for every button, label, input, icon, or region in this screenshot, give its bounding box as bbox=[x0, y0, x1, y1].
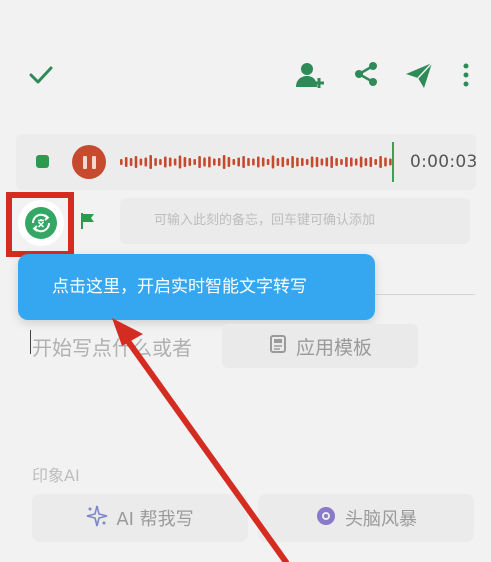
waveform-bar bbox=[134, 156, 138, 168]
waveform-bar bbox=[188, 158, 192, 166]
waveform-bar bbox=[198, 156, 201, 168]
waveform-bar bbox=[120, 159, 123, 165]
recording-bar: 0:00:03 bbox=[16, 134, 478, 190]
brainstorm-label: 头脑风暴 bbox=[345, 509, 417, 530]
apply-template-button[interactable]: 应用模板 bbox=[222, 324, 418, 368]
waveform-bar bbox=[149, 155, 152, 169]
ai-write-label: AI 帮我写 bbox=[116, 509, 194, 530]
waveform-bar bbox=[144, 157, 148, 167]
waveform-bar bbox=[330, 156, 333, 168]
waveform-bar bbox=[301, 158, 304, 166]
playhead[interactable] bbox=[392, 142, 394, 182]
waveform-bar bbox=[154, 158, 157, 166]
waveform-bar bbox=[310, 156, 314, 168]
waveform-bar bbox=[379, 156, 382, 168]
waveform-bar bbox=[340, 159, 343, 165]
editor-placeholder[interactable]: 开始写点什么或者 bbox=[32, 332, 192, 361]
waveform-bar bbox=[271, 155, 275, 169]
waveform-bar bbox=[291, 156, 294, 168]
waveform-bar bbox=[124, 157, 128, 167]
check-icon[interactable] bbox=[26, 60, 56, 90]
more-vertical-icon[interactable] bbox=[456, 58, 476, 92]
waveform-bar bbox=[320, 158, 324, 166]
waveform-bar bbox=[252, 158, 255, 166]
transcribe-tooltip[interactable]: 点击这里，开启实时智能文字转写 bbox=[18, 254, 375, 320]
waveform-bar bbox=[345, 157, 348, 167]
waveform-bar bbox=[227, 157, 231, 167]
waveform-bar bbox=[359, 156, 363, 168]
waveform-bar bbox=[315, 157, 319, 167]
waveform-bar bbox=[364, 158, 368, 166]
waveform-bar bbox=[222, 155, 226, 169]
audio-waveform[interactable] bbox=[120, 142, 394, 182]
waveform-bar bbox=[242, 156, 245, 168]
send-icon[interactable] bbox=[402, 58, 436, 92]
waveform-bar bbox=[335, 158, 338, 166]
waveform-bar bbox=[164, 156, 167, 168]
waveform-bar bbox=[237, 157, 240, 167]
text-cursor bbox=[30, 330, 31, 354]
waveform-bar bbox=[296, 157, 299, 167]
waveform-bar bbox=[266, 159, 270, 165]
template-icon bbox=[268, 334, 288, 359]
waveform-bar bbox=[159, 159, 162, 165]
waveform-bar bbox=[213, 158, 216, 166]
waveform-bar bbox=[257, 156, 260, 168]
waveform-bar bbox=[276, 158, 280, 166]
flag-icon[interactable] bbox=[80, 212, 100, 232]
waveform-bar bbox=[286, 158, 289, 166]
waveform-bar bbox=[217, 158, 221, 166]
waveform-bar bbox=[129, 158, 133, 166]
waveform-bar bbox=[178, 155, 182, 169]
memo-input[interactable]: 可输入此刻的备忘，回车键可确认添加 bbox=[120, 198, 470, 244]
divider bbox=[375, 294, 475, 295]
waveform-bar bbox=[261, 157, 265, 167]
waveform-bar bbox=[193, 159, 196, 165]
waveform-bar bbox=[305, 159, 309, 165]
brainstorm-icon bbox=[315, 505, 337, 532]
waveform-bar bbox=[168, 157, 172, 167]
waveform-bar bbox=[281, 157, 285, 167]
highlight-box bbox=[6, 192, 74, 257]
waveform-bar bbox=[208, 156, 211, 168]
pause-button[interactable] bbox=[72, 145, 106, 179]
waveform-bar bbox=[374, 159, 377, 165]
waveform-bar bbox=[232, 159, 236, 165]
waveform-bar bbox=[369, 157, 373, 167]
waveform-bar bbox=[139, 158, 143, 166]
waveform-bar bbox=[203, 157, 206, 167]
share-icon[interactable] bbox=[350, 58, 382, 90]
sparkle-icon bbox=[86, 505, 108, 532]
stop-icon[interactable] bbox=[36, 155, 49, 168]
waveform-bar bbox=[350, 157, 353, 167]
waveform-bar bbox=[325, 157, 329, 167]
waveform-bar bbox=[173, 158, 177, 166]
ai-section-label: 印象AI bbox=[32, 466, 80, 485]
waveform-bar bbox=[247, 158, 250, 166]
brainstorm-button[interactable]: 头脑风暴 bbox=[258, 494, 474, 542]
top-toolbar bbox=[0, 44, 491, 104]
elapsed-time: 0:00:03 bbox=[410, 152, 478, 172]
waveform-bar bbox=[384, 157, 387, 167]
add-person-icon[interactable] bbox=[293, 58, 327, 92]
template-button-label: 应用模板 bbox=[295, 336, 372, 359]
waveform-bar bbox=[354, 158, 358, 166]
waveform-bar bbox=[183, 157, 187, 167]
ai-write-button[interactable]: AI 帮我写 bbox=[32, 494, 248, 542]
